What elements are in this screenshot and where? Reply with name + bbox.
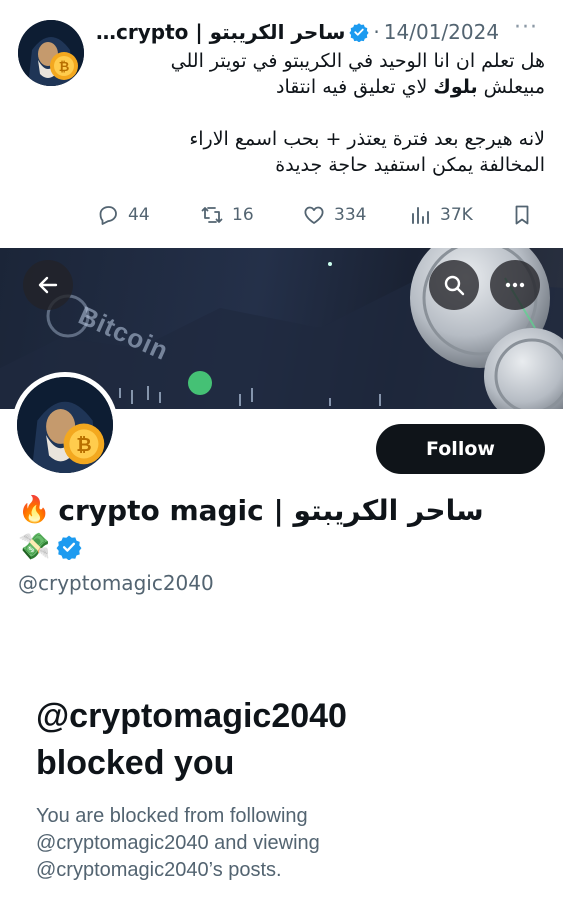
retweet-icon (201, 207, 223, 223)
tweet-text-line: المخالفة يمكن استفيد حاجة جديدة (275, 154, 545, 176)
blocked-description-line: You are blocked from following (36, 805, 308, 827)
retweet-button[interactable]: 16 (200, 200, 254, 230)
blocked-title-line: blocked you (36, 744, 235, 782)
svg-text:₿: ₿ (59, 60, 70, 75)
blocked-description: You are blocked from following @cryptoma… (36, 803, 516, 884)
verified-badge-icon[interactable] (56, 534, 82, 560)
tweet-actions-bar: 44 16 334 37K (96, 200, 546, 230)
money-emoji: 💸 (18, 532, 51, 562)
reply-count: 44 (128, 205, 150, 225)
bookmark-icon (515, 205, 529, 225)
back-arrow-icon (38, 276, 58, 294)
follow-button[interactable]: Follow (376, 424, 545, 474)
profile-name-row-badges: 💸 (18, 530, 82, 564)
tweet-text-part: لاي تعليق فيه انتقاد (276, 76, 428, 98)
tweet-author-avatar[interactable]: ₿ (18, 20, 84, 86)
bookmark-button[interactable] (510, 200, 534, 230)
fire-emoji: 🔥 (18, 495, 51, 525)
tweet-card[interactable]: ₿ 14/01/2024 · …crypto | ساحر الكريبتو ·… (0, 0, 563, 232)
tweet-header: 14/01/2024 · …crypto | ساحر الكريبتو (96, 18, 506, 46)
tweet-text-line: هل تعلم ان انا الوحيد في الكريبتو في توي… (170, 50, 545, 72)
tweet-date[interactable]: 14/01/2024 (384, 20, 499, 44)
more-dots-icon (505, 282, 525, 288)
tweet-header-separator: · (373, 20, 380, 44)
like-count: 334 (334, 205, 367, 225)
blocked-title-line: @cryptomagic2040 (36, 697, 347, 735)
section-divider (0, 232, 563, 248)
tweet-text: هل تعلم ان انا الوحيد في الكريبتو في توي… (96, 48, 545, 178)
reply-icon (99, 206, 117, 225)
reply-button[interactable]: 44 (96, 200, 150, 230)
back-button[interactable] (23, 260, 73, 310)
heart-icon (304, 206, 324, 224)
tweet-author-name[interactable]: …crypto | ساحر الكريبتو (96, 20, 345, 44)
verified-badge-icon (349, 22, 370, 42)
profile-name-row: crypto magic | ساحر الكريبتو 🔥 (18, 490, 548, 530)
tweet-text-line: مبيعلش بلوك لاي تعليق فيه انتقاد (96, 74, 545, 100)
more-options-button[interactable] (490, 260, 540, 310)
more-dots-icon[interactable]: ··· (508, 17, 544, 42)
like-button[interactable]: 334 (302, 200, 366, 230)
tweet-text-bold: بلوك (433, 76, 478, 98)
profile-handle: @cryptomagic2040 (18, 571, 214, 595)
tweet-text-line: لانه هيرجع بعد فترة يعتذر + بحب اسمع الا… (189, 128, 545, 150)
svg-text:₿: ₿ (76, 434, 91, 456)
tweet-text-part: مبيعلش (483, 76, 545, 98)
search-icon (444, 275, 465, 296)
blocked-description-line: @cryptomagic2040’s posts. (36, 859, 282, 881)
search-button[interactable] (429, 260, 479, 310)
retweet-count: 16 (232, 205, 254, 225)
views-icon (412, 207, 429, 224)
profile-avatar[interactable]: ₿ (12, 372, 118, 478)
views-button[interactable]: 37K (408, 200, 473, 230)
blocked-description-line: @cryptomagic2040 and viewing (36, 832, 320, 854)
blocked-title: @cryptomagic2040 blocked you (36, 693, 546, 787)
profile-name: crypto magic | ساحر الكريبتو (58, 493, 484, 527)
views-count: 37K (440, 205, 473, 225)
